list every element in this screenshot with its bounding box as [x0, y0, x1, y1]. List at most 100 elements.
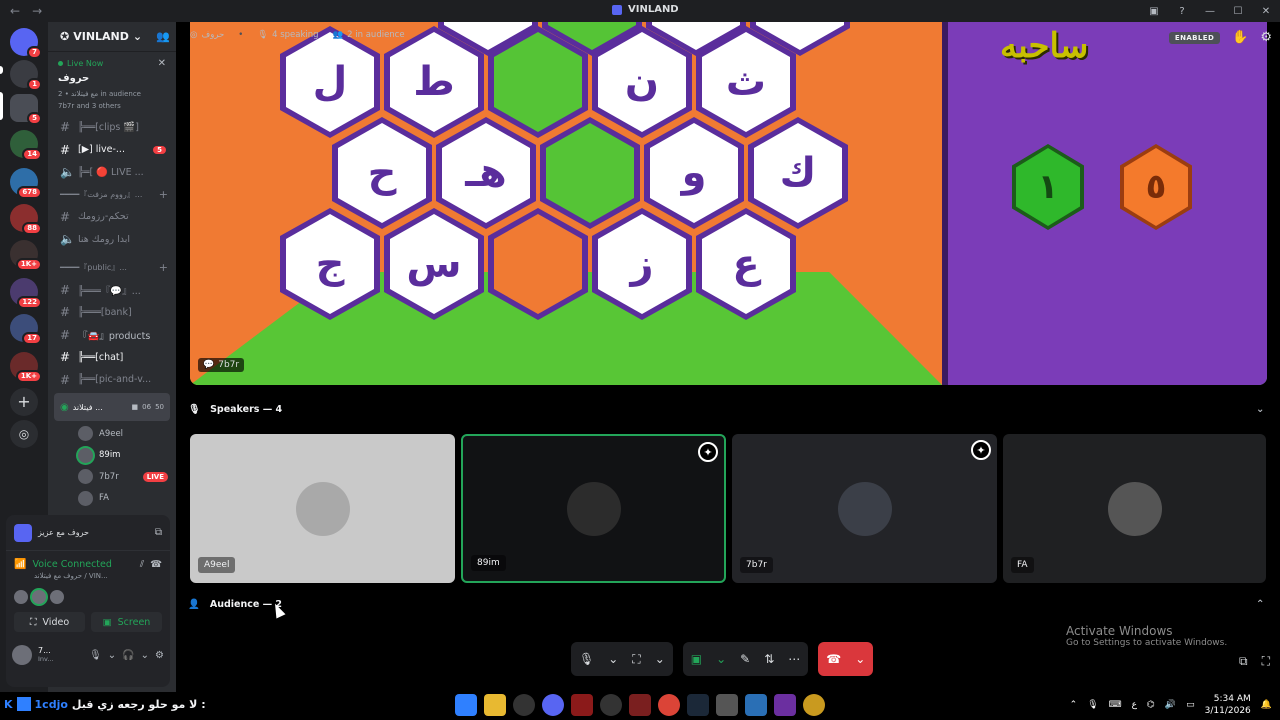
- category-public[interactable]: ━━━━『public』... +: [48, 257, 176, 279]
- chevron-down-icon[interactable]: ⌄: [1256, 404, 1264, 415]
- category-room[interactable]: ━━━━『رووم مزفت』... +: [48, 184, 176, 206]
- activity-row[interactable]: حروف مع عزيز ⧉: [6, 515, 170, 551]
- channel-bank[interactable]: # ╠═══[bank]: [48, 301, 176, 324]
- mic-control[interactable]: 🎙 ⌄ ⛶ ⌄: [571, 642, 673, 676]
- channel-pic-and-video[interactable]: # ╠══[pic-and-v...: [48, 369, 176, 392]
- more-icon[interactable]: ⋯: [788, 652, 800, 666]
- back-arrow-icon[interactable]: ←: [10, 4, 20, 18]
- chevron-up-icon[interactable]: ⌃: [1070, 700, 1078, 710]
- microphone-icon[interactable]: 🎙: [89, 650, 102, 661]
- volume-icon[interactable]: 🔊: [1165, 700, 1176, 710]
- discord-icon[interactable]: [542, 694, 564, 716]
- discover-icon[interactable]: ◎: [10, 420, 38, 448]
- language-indicator[interactable]: ع: [1132, 700, 1137, 710]
- chevron-down-icon[interactable]: ⌄: [108, 650, 116, 661]
- screen-share-icon: ▣: [690, 652, 703, 666]
- microphone-icon[interactable]: 🎙: [1087, 700, 1098, 710]
- close-icon[interactable]: ✕: [158, 58, 166, 69]
- avatar[interactable]: [12, 645, 32, 665]
- server-icon-6[interactable]: 122: [10, 278, 42, 309]
- clock[interactable]: 5:34 AM 3/11/2026: [1205, 693, 1251, 717]
- windows-start-icon[interactable]: [455, 694, 477, 716]
- steam-icon[interactable]: [687, 694, 709, 716]
- speaker-tile[interactable]: ✦ 7b7r: [732, 434, 997, 583]
- disconnect-icon[interactable]: ☎: [150, 559, 162, 570]
- server-icon-4[interactable]: 88: [10, 204, 42, 235]
- server-header[interactable]: ✪ VINLAND ⌄ 👥: [48, 22, 176, 52]
- channel-chat-emoji[interactable]: # ╠═══『💬』...: [48, 279, 176, 302]
- channel-chat[interactable]: # ╠══[chat]: [48, 346, 176, 369]
- speaker-tile[interactable]: FA: [1003, 434, 1266, 583]
- voice-user[interactable]: A9eel: [48, 423, 176, 445]
- file-explorer-icon[interactable]: [484, 694, 506, 716]
- server-icon-1[interactable]: 1: [10, 60, 42, 91]
- channel-control-room[interactable]: # تحكم-رزومك: [48, 206, 176, 229]
- popout-icon[interactable]: ⧉: [1239, 654, 1248, 669]
- notification-icon[interactable]: 🔔: [1261, 700, 1272, 710]
- home-button[interactable]: 7: [10, 28, 42, 59]
- add-channel-icon[interactable]: +: [159, 261, 168, 274]
- channel-clips[interactable]: # ╠══[clips 🎬]: [48, 116, 176, 139]
- active-stage-channel[interactable]: ◉ فيتلاند ... ■ 06 50: [54, 393, 170, 421]
- channel-live-voice[interactable]: 🔈 ╠═[ 🔴 LIVE ...: [48, 161, 176, 184]
- video-button[interactable]: ⛶ Video: [14, 612, 85, 632]
- chrome-icon[interactable]: [658, 694, 680, 716]
- app-icon[interactable]: [600, 694, 622, 716]
- live-now-card[interactable]: Live Now ✕ حروف مع فيتلاند • 2 in audien…: [48, 52, 176, 116]
- app-icon[interactable]: [745, 694, 767, 716]
- battery-icon[interactable]: ▭: [1186, 700, 1195, 710]
- gear-icon[interactable]: ⚙: [155, 650, 164, 661]
- activity-icon[interactable]: ✎: [740, 652, 750, 666]
- server-icon-2[interactable]: 14: [10, 130, 42, 161]
- voice-user[interactable]: FA: [48, 488, 176, 510]
- channel-products[interactable]: # 『🚘』products: [48, 324, 176, 347]
- noise-suppression-icon[interactable]: ⫽: [140, 559, 144, 570]
- activity-settings-icon[interactable]: ⚙: [1260, 30, 1272, 45]
- server-icon-8[interactable]: 1K+: [10, 352, 42, 383]
- headphones-icon[interactable]: 🎧: [122, 650, 134, 661]
- channel-start-room[interactable]: 🔈 ابدا رومك هنا: [48, 228, 176, 251]
- add-member-icon[interactable]: 👥: [156, 30, 170, 43]
- keyboard-icon[interactable]: ⌨: [1109, 700, 1122, 710]
- screen-control[interactable]: ▣ ⌄ ✎ ⇅ ⋯: [682, 642, 809, 676]
- help-icon[interactable]: ?: [1168, 6, 1196, 17]
- settings-icon[interactable]: [716, 694, 738, 716]
- app-icon[interactable]: [513, 694, 535, 716]
- server-icon-7[interactable]: 17: [10, 314, 42, 345]
- chevron-up-icon[interactable]: ⌃: [1256, 599, 1264, 610]
- account-name[interactable]: 7... Inv...: [38, 646, 83, 664]
- voice-user[interactable]: 89im: [48, 445, 176, 467]
- speakers-header[interactable]: 🎙 Speakers — 4 ⌄: [188, 404, 1264, 415]
- minimize-button[interactable]: —: [1196, 6, 1224, 17]
- popout-icon[interactable]: ⧉: [155, 527, 162, 538]
- leave-control[interactable]: ☎ ⌄: [818, 642, 874, 676]
- server-icon-5[interactable]: 1K+: [10, 240, 42, 271]
- app-icon[interactable]: [774, 694, 796, 716]
- server-icon-3[interactable]: 678: [10, 168, 42, 199]
- app-icon[interactable]: [803, 694, 825, 716]
- channel-live[interactable]: # [▶] live-... 5: [48, 139, 176, 162]
- app-icon[interactable]: [629, 694, 651, 716]
- speaker-tile[interactable]: ✦ 89im: [461, 434, 726, 583]
- screen-share-icon[interactable]: ▣: [1140, 6, 1168, 17]
- server-icon-vinland[interactable]: 5: [10, 94, 42, 125]
- audience-header[interactable]: 👤 Audience — 2 ⌃: [188, 599, 1264, 610]
- chevron-down-icon[interactable]: ⌄: [141, 650, 149, 661]
- app-icon[interactable]: [571, 694, 593, 716]
- maximize-button[interactable]: ☐: [1224, 6, 1252, 17]
- add-channel-icon[interactable]: +: [159, 188, 168, 201]
- network-icon[interactable]: ⌬: [1147, 700, 1155, 710]
- screen-button[interactable]: ▣ Screen: [91, 612, 162, 632]
- video-icon: ■: [131, 403, 139, 411]
- stream-view[interactable]: ل ط ن ث ح هـ و ك ج س ز ع ١ ٥ ساحبه 💬 7b7…: [190, 22, 1267, 385]
- add-server-icon[interactable]: +: [10, 388, 38, 416]
- fullscreen-icon[interactable]: ⛶: [1262, 654, 1270, 669]
- close-button[interactable]: ✕: [1252, 6, 1280, 17]
- voice-user[interactable]: 7b7r LIVE: [48, 466, 176, 488]
- forward-arrow-icon[interactable]: →: [32, 4, 42, 18]
- voice-connected-label[interactable]: Voice Connected: [32, 559, 133, 570]
- video-off-icon[interactable]: ⛶: [632, 652, 640, 667]
- speaker-tile[interactable]: A9eel: [190, 434, 455, 583]
- move-audience-icon[interactable]: ⇅: [764, 652, 774, 666]
- raise-hand-icon[interactable]: ✋: [1232, 30, 1248, 45]
